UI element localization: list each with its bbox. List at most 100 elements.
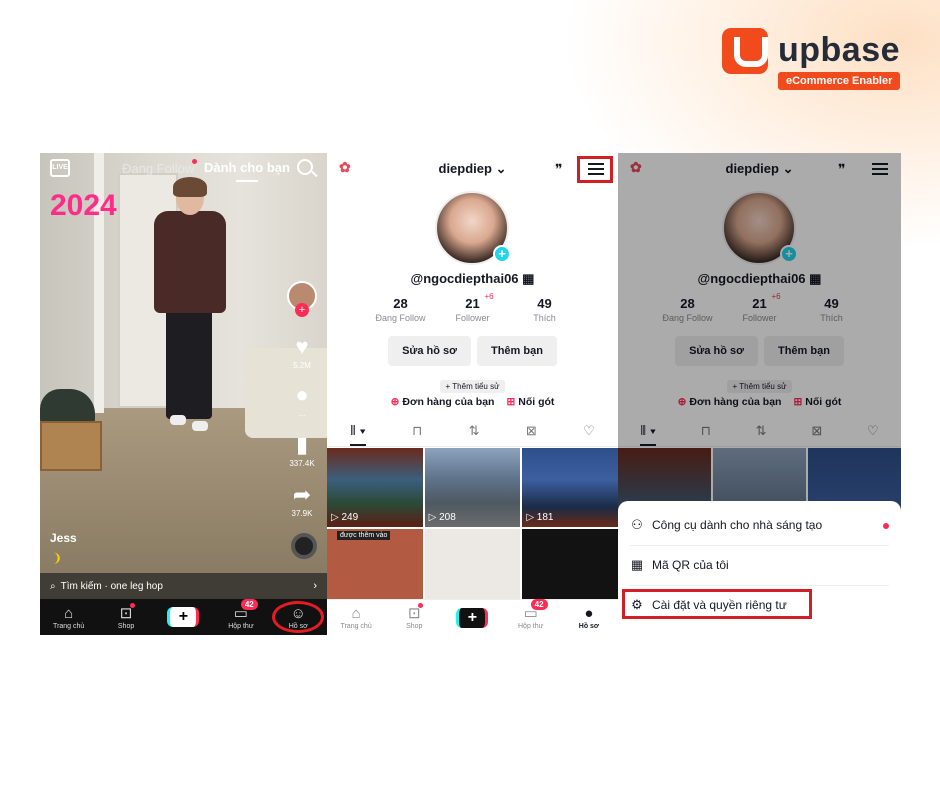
search-suggestion-bar[interactable]: ⌕ Tìm kiếm · one leg hop › bbox=[40, 573, 327, 599]
profile-buttons: Sửa hồ sơ Thêm bạn bbox=[327, 336, 618, 366]
stat-label: Thích bbox=[533, 313, 556, 323]
inbox-badge: 42 bbox=[530, 599, 548, 610]
qr-icon: ▦ bbox=[630, 557, 644, 572]
stat-likes[interactable]: 49 Thích bbox=[509, 296, 581, 323]
video-thumb[interactable]: ▷ 208 bbox=[424, 448, 521, 527]
nav-label: Shop bbox=[117, 622, 135, 630]
edit-profile-button[interactable]: Sửa hồ sơ bbox=[388, 336, 471, 366]
stat-num: 21 bbox=[465, 296, 480, 311]
profile-menu-screen: ✿ diepdiep ⌄ ❞ + @ngocdiepthai06 ▦ 28 Đan… bbox=[618, 153, 901, 635]
nav-create[interactable]: + bbox=[159, 607, 207, 627]
video-thumb[interactable]: ▷ 181 bbox=[522, 448, 618, 527]
follow-plus-icon[interactable]: + bbox=[295, 303, 309, 317]
profile-stats: 28 Đang Follow 21 +6 Follower 49 Thích bbox=[327, 292, 618, 323]
highlight-settings bbox=[622, 589, 812, 619]
heel-text: Nối gót bbox=[518, 396, 555, 408]
logo-text: upbase bbox=[778, 31, 901, 69]
upbase-logo: upbase eCommerce Enabler bbox=[722, 28, 902, 92]
profile-icon: ● bbox=[584, 605, 594, 622]
tab-locked[interactable]: ⊓ bbox=[412, 423, 422, 446]
video-crate bbox=[40, 421, 102, 471]
share-icon: ➦ bbox=[292, 482, 312, 507]
bookmark-icon: ▮ bbox=[295, 432, 309, 457]
profile-screen: ✿ diepdiep ⌄ ❞ + @ngocdiepthai06 ▦ 28 Đan… bbox=[327, 153, 618, 635]
menu-text: Mã QR của tôi bbox=[652, 558, 729, 572]
chevron-down-icon: ⌄ bbox=[495, 161, 507, 176]
nav-home[interactable]: ⌂ Trang chủ bbox=[45, 605, 93, 630]
nav-home[interactable]: ⌂ Trang chủ bbox=[332, 605, 380, 630]
save-button[interactable]: ▮ 337.4K bbox=[285, 432, 319, 469]
footprint-icon[interactable]: ❞ bbox=[555, 161, 563, 178]
divider bbox=[630, 545, 889, 546]
like-button[interactable]: ♥ 5.2M bbox=[285, 335, 319, 371]
menu-creator-tools[interactable]: ⚇ Công cụ dành cho nhà sáng tạo bbox=[630, 517, 822, 533]
home-icon: ⌂ bbox=[64, 604, 74, 622]
view-count-text: 208 bbox=[439, 512, 456, 523]
nav-shop[interactable]: ⊡ Shop bbox=[390, 603, 438, 630]
highlight-profile-tab bbox=[272, 601, 324, 633]
heel-link[interactable]: ⊞ Nối gót bbox=[506, 396, 554, 408]
tab-reposts[interactable]: ⇅ bbox=[469, 423, 480, 446]
video-author[interactable]: Jess bbox=[50, 531, 77, 545]
orders-link[interactable]: ⊕ Đơn hàng của bạn bbox=[391, 396, 495, 408]
stat-followers[interactable]: 21 +6 Follower bbox=[437, 292, 509, 323]
nav-inbox[interactable]: ▭ 42 Hộp thư bbox=[217, 598, 265, 630]
nav-profile[interactable]: ● Hồ sơ bbox=[565, 605, 613, 630]
upbase-logo-mark bbox=[722, 28, 768, 74]
sticker-2024[interactable]: 2024 bbox=[50, 191, 117, 221]
stat-num: 49 bbox=[537, 296, 552, 311]
avatar-plus-icon[interactable]: + bbox=[493, 245, 511, 263]
video-grid: ▷ 249 ▷ 208 ▷ 181 được thêm vào bbox=[327, 448, 618, 608]
nav-label: Hộp thư bbox=[518, 623, 544, 630]
nav-label: Trang chủ bbox=[53, 622, 85, 630]
save-count: 337.4K bbox=[289, 459, 315, 468]
add-bio-button[interactable]: + Thêm tiểu sử bbox=[439, 380, 506, 393]
bag-icon: ⊕ bbox=[390, 396, 400, 408]
chevron-right-icon: › bbox=[313, 580, 317, 592]
stat-label: Follower bbox=[455, 313, 490, 323]
plus-icon: + bbox=[167, 607, 200, 627]
video-thumb[interactable]: được thêm vào bbox=[327, 529, 423, 608]
feed-top-bar: LIVE Đang Follow Dành cho bạn bbox=[40, 153, 327, 185]
menu-text: Công cụ dành cho nhà sáng tạo bbox=[652, 518, 823, 532]
heel-icon: ⊞ bbox=[506, 396, 516, 408]
profile-username[interactable]: diepdiep ⌄ bbox=[327, 161, 618, 177]
inbox-badge: 42 bbox=[240, 598, 258, 610]
tab-foryou[interactable]: Dành cho bạn bbox=[204, 160, 290, 175]
stat-label: Đang Follow bbox=[375, 313, 426, 323]
comment-count: ... bbox=[298, 409, 306, 418]
video-thumb[interactable]: ▷ 249 bbox=[327, 448, 423, 527]
share-button[interactable]: ➦ 37.9K bbox=[285, 482, 319, 519]
tab-underline bbox=[236, 180, 258, 182]
tab-following[interactable]: Đang Follow bbox=[122, 161, 194, 176]
stat-following[interactable]: 28 Đang Follow bbox=[365, 296, 437, 323]
video-shoe bbox=[170, 415, 186, 425]
creator-avatar[interactable]: + bbox=[285, 281, 319, 321]
menu-my-qr[interactable]: ▦ Mã QR của tôi bbox=[630, 557, 729, 573]
comment-button[interactable]: ● ... bbox=[285, 383, 319, 419]
stat-num: 28 bbox=[393, 296, 408, 311]
thumb-caption: được thêm vào bbox=[337, 531, 391, 540]
content-tabs: ⦀ ▾ ⊓ ⇅ ⊠ ♡ bbox=[327, 423, 618, 447]
video-thumb[interactable] bbox=[424, 529, 521, 608]
tab-saved[interactable]: ⊠ bbox=[526, 423, 537, 446]
nav-create[interactable]: + bbox=[448, 607, 496, 628]
nav-inbox[interactable]: ▭ 42 Hộp thư bbox=[507, 599, 555, 630]
menu-sheet: ⚇ Công cụ dành cho nhà sáng tạo ▦ Mã QR củ… bbox=[618, 501, 901, 635]
qr-icon[interactable]: ▦ bbox=[522, 271, 534, 286]
video-shoe bbox=[192, 421, 208, 431]
video-thumb[interactable] bbox=[522, 529, 618, 608]
like-count: 5.2M bbox=[293, 361, 311, 370]
shop-dot bbox=[130, 602, 136, 608]
live-icon[interactable]: LIVE bbox=[50, 159, 70, 177]
video-person-legs bbox=[166, 309, 212, 419]
music-disc-icon[interactable] bbox=[291, 533, 317, 559]
nav-shop[interactable]: ⊡ Shop bbox=[102, 602, 150, 630]
add-friend-button[interactable]: Thêm bạn bbox=[476, 336, 557, 366]
tab-liked[interactable]: ♡ bbox=[583, 423, 595, 446]
search-icon[interactable] bbox=[297, 159, 313, 175]
handle-text: @ngocdiepthai06 bbox=[410, 271, 519, 286]
nav-label: Hộp thư bbox=[228, 622, 254, 630]
tab-videos[interactable]: ⦀ ▾ bbox=[350, 423, 366, 446]
stat-plus: +6 bbox=[484, 292, 494, 301]
